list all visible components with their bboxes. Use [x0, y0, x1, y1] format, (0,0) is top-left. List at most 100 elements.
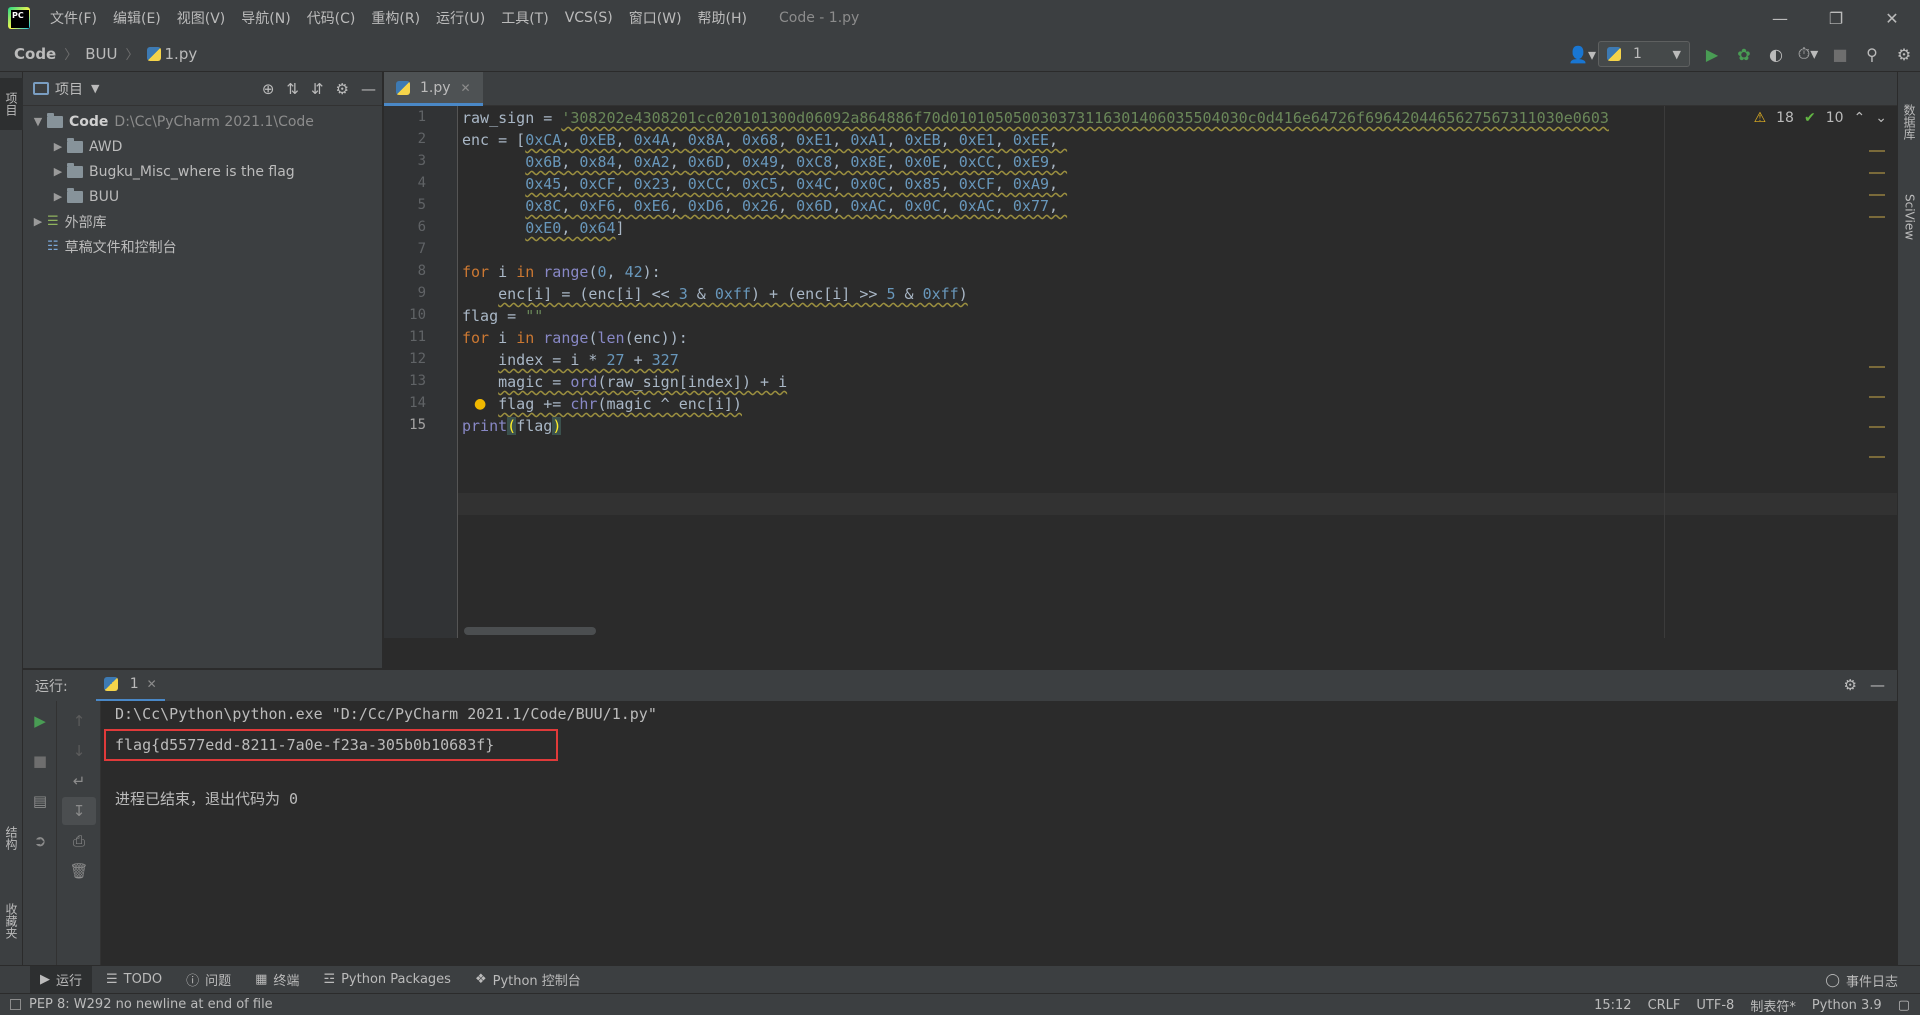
hide-icon[interactable]: —: [361, 80, 376, 98]
rerun-icon[interactable]: ▶: [23, 707, 57, 735]
scroll-marker[interactable]: [1869, 172, 1885, 174]
locate-icon[interactable]: ⊕: [262, 80, 275, 98]
stripe-tab-sciview[interactable]: SciView: [1898, 182, 1920, 252]
arrow-up-icon[interactable]: ↑: [62, 707, 96, 735]
scroll-marker[interactable]: [1869, 396, 1885, 398]
arrow-down-icon[interactable]: ↓: [62, 737, 96, 765]
gear-icon[interactable]: ⚙: [336, 80, 349, 98]
inspection-widget[interactable]: ⚠ 18 ✔ 10 ⌃ ⌄: [1745, 110, 1887, 126]
tool-tab-terminal[interactable]: ▦ 终端: [245, 966, 309, 994]
chevron-right-icon[interactable]: ▶: [49, 165, 67, 178]
menu-code[interactable]: 代码(C): [299, 8, 364, 28]
tree-item-scratches[interactable]: ☷ 草稿文件和控制台: [23, 234, 382, 259]
tree-item-buu[interactable]: ▶ BUU: [23, 184, 382, 209]
event-log-tab[interactable]: ◯ 事件日志: [1825, 966, 1898, 994]
menu-vcs[interactable]: VCS(S): [557, 10, 621, 26]
scroll-to-end-icon[interactable]: ↧: [62, 797, 96, 825]
soft-wrap-icon[interactable]: ↵: [62, 767, 96, 795]
scroll-marker[interactable]: [1869, 456, 1885, 458]
search-icon[interactable]: ⚲: [1856, 36, 1888, 72]
profile-icon[interactable]: ⏱▾: [1792, 36, 1824, 72]
gear-icon[interactable]: ⚙: [1844, 676, 1857, 694]
menu-help[interactable]: 帮助(H): [690, 8, 755, 28]
menu-window[interactable]: 窗口(W): [621, 8, 690, 28]
status-indent[interactable]: 制表符*: [1750, 996, 1796, 1015]
tree-root-code[interactable]: ▼ Code D:\Cc\PyCharm 2021.1\Code: [23, 109, 382, 134]
trash-icon[interactable]: 🗑: [62, 857, 96, 885]
status-caret-position[interactable]: 15:12: [1594, 998, 1631, 1013]
menu-tools[interactable]: 工具(T): [493, 8, 556, 28]
stripe-tab-favorites[interactable]: 收藏夹: [0, 886, 23, 956]
tool-tab-python-packages[interactable]: ☲ Python Packages: [313, 966, 461, 994]
tool-tab-problems[interactable]: ⓘ 问题: [176, 966, 241, 994]
menu-run[interactable]: 运行(U): [428, 8, 493, 28]
chevron-up-icon[interactable]: ⌃: [1854, 110, 1866, 126]
scroll-marker[interactable]: [1869, 216, 1885, 218]
scroll-marker[interactable]: [1869, 426, 1885, 428]
line-number: 13: [409, 373, 426, 389]
run-console[interactable]: D:\Cc\Python\python.exe "D:/Cc/PyCharm 2…: [101, 701, 1897, 965]
run-config-selector[interactable]: 1 ▼: [1598, 41, 1690, 67]
pycharm-logo-icon[interactable]: [8, 7, 30, 29]
layout-icon[interactable]: ▤: [23, 787, 57, 815]
chevron-right-icon[interactable]: ▶: [29, 215, 47, 228]
hide-icon[interactable]: —: [1870, 676, 1885, 694]
stripe-tab-structure[interactable]: 结构: [0, 808, 23, 868]
scroll-marker[interactable]: [1869, 366, 1885, 368]
tool-tab-run[interactable]: ▶ 运行: [30, 965, 93, 994]
tool-tab-python-console[interactable]: ❖ Python 控制台: [465, 966, 591, 994]
menu-edit[interactable]: 编辑(E): [105, 8, 169, 28]
collapse-all-icon[interactable]: ⇵: [311, 80, 324, 98]
status-interpreter[interactable]: Python 3.9: [1812, 998, 1882, 1013]
tree-item-awd[interactable]: ▶ AWD: [23, 134, 382, 159]
stripe-tab-database[interactable]: 数据库: [1898, 82, 1920, 162]
chevron-right-icon[interactable]: ▶: [49, 190, 67, 203]
debug-icon[interactable]: ✿: [1728, 36, 1760, 72]
toggle-panels-icon[interactable]: [10, 999, 21, 1010]
chevron-down-icon[interactable]: ▼: [91, 82, 99, 95]
menu-refactor[interactable]: 重构(R): [363, 8, 428, 28]
stripe-tab-project[interactable]: 项目: [0, 78, 23, 130]
run-icon[interactable]: ▶: [1696, 36, 1728, 72]
stop-icon[interactable]: ■: [1824, 36, 1856, 72]
gear-icon[interactable]: ⚙: [1888, 36, 1920, 72]
tree-item-external-libs[interactable]: ▶ ☰ 外部库: [23, 209, 382, 234]
breadcrumb-project[interactable]: Code: [14, 45, 56, 63]
code-editor[interactable]: 1 2 3 4 5 6 7 8 9 10 11 12 13 14 15 ● ra…: [384, 106, 1897, 638]
expand-all-icon[interactable]: ⇅: [286, 80, 299, 98]
scroll-marker[interactable]: [1869, 194, 1885, 196]
lock-icon[interactable]: ▢: [1898, 998, 1910, 1013]
navigation-bar: Code 〉 BUU 〉 1.py 👤▾ 1 ▼ ▶ ✿ ◐ ⏱▾ ■ ⚲ ⚙: [0, 36, 1920, 72]
chevron-down-icon[interactable]: ⌄: [1875, 110, 1887, 126]
tool-tab-todo[interactable]: ☰ TODO: [96, 966, 172, 994]
project-panel-title[interactable]: 项目: [55, 79, 83, 99]
restore-icon[interactable]: ❐: [1808, 0, 1864, 36]
chevron-right-icon[interactable]: ▶: [49, 140, 67, 153]
breadcrumb-folder[interactable]: BUU: [85, 45, 117, 63]
editor-tab-label: 1.py: [420, 79, 451, 96]
status-message[interactable]: PEP 8: W292 no newline at end of file: [29, 997, 273, 1012]
chevron-down-icon[interactable]: ▼: [29, 115, 47, 128]
close-tab-icon[interactable]: ✕: [461, 81, 471, 95]
enc-value: 0xCA: [525, 131, 562, 149]
status-line-separator[interactable]: CRLF: [1648, 998, 1681, 1013]
pin-icon[interactable]: ➲: [23, 827, 57, 855]
breadcrumb-file[interactable]: 1.py: [165, 45, 198, 63]
menu-view[interactable]: 视图(V): [169, 8, 234, 28]
minimize-icon[interactable]: —: [1752, 0, 1808, 36]
menu-file[interactable]: 文件(F): [42, 8, 105, 28]
print-icon[interactable]: ⎙: [62, 827, 96, 855]
run-tab[interactable]: 1 ✕: [95, 670, 165, 702]
coverage-icon[interactable]: ◐: [1760, 36, 1792, 72]
editor-tab-1py[interactable]: 1.py ✕: [384, 72, 483, 106]
stop-icon[interactable]: ■: [23, 747, 57, 775]
scroll-marker[interactable]: [1869, 150, 1885, 152]
tree-item-bugku[interactable]: ▶ Bugku_Misc_where is the flag: [23, 159, 382, 184]
close-tab-icon[interactable]: ✕: [147, 677, 157, 691]
user-icon[interactable]: 👤▾: [1566, 36, 1598, 72]
status-encoding[interactable]: UTF-8: [1696, 998, 1734, 1013]
code-area[interactable]: raw_sign = '308202e4308201cc020101300d06…: [462, 106, 1822, 638]
menu-navigate[interactable]: 导航(N): [233, 8, 298, 28]
horizontal-scrollbar[interactable]: [464, 627, 596, 635]
close-icon[interactable]: ✕: [1864, 0, 1920, 36]
